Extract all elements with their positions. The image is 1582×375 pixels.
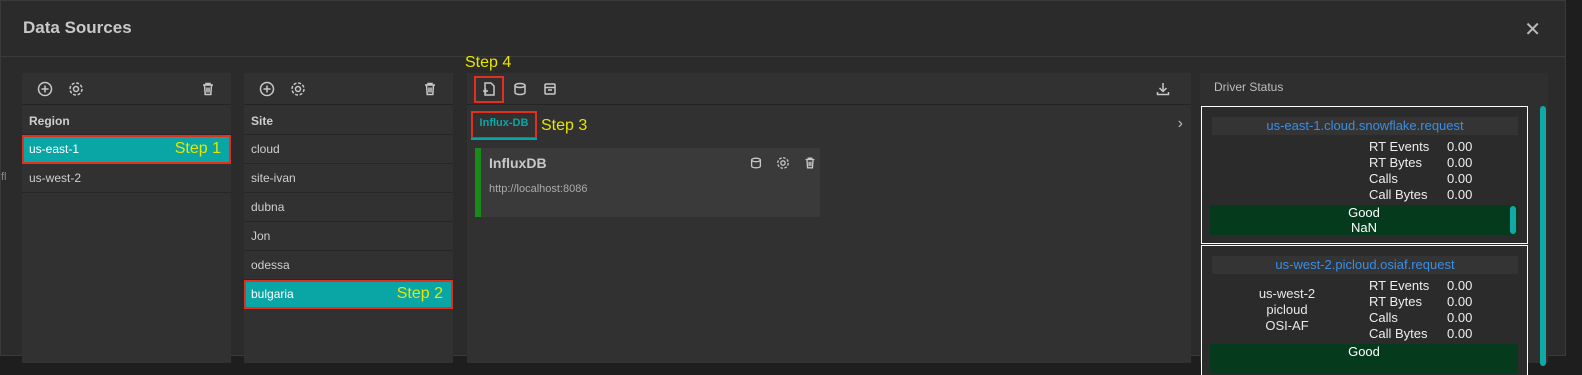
driver-info-region: us-west-2	[1258, 286, 1316, 301]
download-icon[interactable]	[1154, 80, 1172, 98]
metric-value: 0.00	[1447, 155, 1473, 170]
step-4-label: Step 4	[465, 54, 512, 71]
metric-value: 0.00	[1447, 139, 1473, 154]
database-icon[interactable]	[749, 156, 763, 170]
drivers-toolbar	[467, 73, 1191, 105]
metric-label: RT Bytes	[1369, 155, 1422, 170]
tab-influx-db[interactable]: Influx-DB	[471, 111, 537, 139]
trash-icon[interactable]	[803, 156, 817, 170]
driver-card-title: InfluxDB	[489, 155, 547, 171]
step-2-label: Step 2	[396, 285, 443, 302]
status-subtext: NaN	[1350, 220, 1377, 235]
metric-value: 0.00	[1447, 326, 1473, 341]
driver-status-panel: Driver Status us-east-1.cloud.snowflake.…	[1200, 73, 1548, 375]
drivers-panel: Influx-DB Step 3 › InfluxDB http://local…	[467, 73, 1191, 363]
driver-card-url: http://localhost:8086	[489, 183, 588, 195]
status-scrollbar[interactable]	[1510, 206, 1516, 234]
metric-value: 0.00	[1447, 278, 1473, 293]
driver-status-header: Driver Status	[1214, 80, 1284, 94]
site-item-label: dubna	[251, 200, 285, 214]
region-item-us-east-1[interactable]: us-east-1 Step 1	[22, 135, 231, 164]
site-toolbar	[244, 73, 453, 105]
status-text: Good	[1348, 344, 1380, 359]
site-item-label: bulgaria	[251, 287, 294, 301]
gear-icon[interactable]	[776, 156, 790, 170]
add-region-icon[interactable]	[36, 80, 54, 98]
gear-icon[interactable]	[67, 80, 85, 98]
metric-label: Call Bytes	[1369, 187, 1428, 202]
driver-info-type: OSI-AF	[1265, 318, 1309, 333]
tab-underline	[471, 138, 537, 140]
driver-info-site: picloud	[1266, 302, 1308, 317]
add-site-icon[interactable]	[258, 80, 276, 98]
driver-metrics: RT Events 0.00 RT Bytes 0.00 Calls 0.00 Cal…	[1369, 278, 1487, 342]
driver-status-scrollbar[interactable]	[1540, 106, 1546, 366]
site-item-site-ivan[interactable]: site-ivan	[244, 164, 453, 193]
dialog-titlebar: Data Sources ✕	[1, 1, 1565, 57]
site-item-label: Jon	[251, 229, 271, 243]
driver-status-name[interactable]: us-west-2.picloud.osiaf.request	[1212, 256, 1518, 274]
driver-card-influxdb[interactable]: InfluxDB http://localhost:8086	[475, 148, 820, 217]
metric-label: Calls	[1369, 171, 1398, 186]
site-item-label: odessa	[251, 258, 290, 272]
site-panel: Site cloud site-ivan dubna Jon odessa bu…	[244, 73, 453, 363]
metric-label: RT Bytes	[1369, 294, 1422, 309]
status-badge: Good NaN	[1210, 205, 1518, 235]
region-toolbar	[22, 73, 231, 105]
site-item-label: cloud	[251, 142, 280, 156]
dialog-title: Data Sources	[23, 18, 132, 37]
driver-status-name[interactable]: us-east-1.cloud.snowflake.request	[1212, 117, 1518, 135]
step-1-label: Step 1	[174, 140, 221, 157]
region-header: Region	[22, 107, 231, 135]
metric-value: 0.00	[1447, 294, 1473, 309]
region-item-label: us-east-1	[29, 142, 80, 156]
metric-label: RT Events	[1369, 278, 1430, 293]
driver-status-card: us-east-1.cloud.snowflake.request RT Eve…	[1201, 106, 1528, 244]
trash-icon[interactable]	[421, 80, 439, 98]
status-text: Good	[1348, 205, 1380, 220]
step-3-label: Step 3	[541, 117, 588, 134]
status-badge: Good	[1210, 344, 1518, 374]
region-item-label: us-west-2	[29, 171, 82, 185]
metric-label: Call Bytes	[1369, 326, 1428, 341]
chevron-right-icon[interactable]: ›	[1178, 115, 1183, 133]
new-driver-icon[interactable]	[480, 80, 498, 98]
site-item-label: site-ivan	[251, 171, 296, 185]
site-item-jon[interactable]: Jon	[244, 222, 453, 251]
close-icon[interactable]: ✕	[1524, 17, 1541, 42]
site-item-bulgaria[interactable]: bulgaria Step 2	[244, 280, 453, 309]
site-item-odessa[interactable]: odessa	[244, 251, 453, 280]
archive-icon[interactable]	[541, 80, 559, 98]
database-icon[interactable]	[511, 80, 529, 98]
data-sources-dialog: Data Sources ✕ fl Region us-east-1 Step …	[0, 0, 1566, 375]
region-item-us-west-2[interactable]: us-west-2	[22, 164, 231, 193]
driver-info: us-west-2 picloud OSI-AF	[1242, 286, 1332, 334]
trash-icon[interactable]	[199, 80, 217, 98]
site-header: Site	[244, 107, 453, 135]
region-panel: Region us-east-1 Step 1 us-west-2	[22, 73, 231, 363]
gear-icon[interactable]	[289, 80, 307, 98]
metric-label: RT Events	[1369, 139, 1430, 154]
metric-value: 0.00	[1447, 171, 1473, 186]
edge-text: fl	[1, 171, 7, 183]
site-item-cloud[interactable]: cloud	[244, 135, 453, 164]
site-item-dubna[interactable]: dubna	[244, 193, 453, 222]
metric-value: 0.00	[1447, 310, 1473, 325]
metric-value: 0.00	[1447, 187, 1473, 202]
metric-label: Calls	[1369, 310, 1398, 325]
driver-metrics: RT Events 0.00 RT Bytes 0.00 Calls 0.00 Cal…	[1369, 139, 1487, 203]
